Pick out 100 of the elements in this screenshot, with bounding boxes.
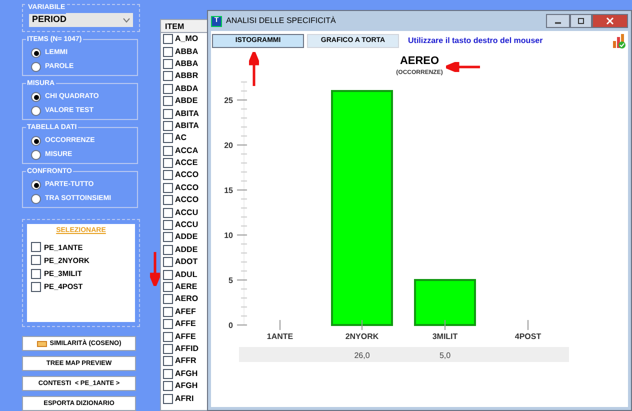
value-label: 26,0 (354, 350, 370, 360)
list-item[interactable]: AFFE (175, 320, 196, 328)
list-item[interactable]: AERO (175, 295, 198, 304)
list-item[interactable]: ACCU (175, 221, 198, 230)
checkbox[interactable] (163, 71, 173, 82)
radio-button[interactable] (31, 150, 41, 160)
list-item[interactable]: A_MO (175, 35, 198, 44)
checkbox[interactable] (163, 195, 173, 206)
radio-button[interactable] (31, 136, 41, 146)
checkbox[interactable] (31, 255, 41, 266)
checkbox[interactable] (163, 394, 173, 404)
list-item[interactable]: ACCO (175, 171, 199, 180)
maximize-button[interactable] (570, 14, 592, 28)
hint-text: Utilizzare il tasto destro del mouser (408, 35, 543, 47)
window-title: ANALISI DELLE SPECIFICITÀ (226, 15, 336, 27)
list-item[interactable]: AFFID (175, 344, 199, 353)
list-item[interactable]: ADDE (175, 233, 198, 242)
checkbox[interactable] (163, 34, 173, 44)
bar (414, 278, 476, 326)
list-item[interactable]: ACCU (175, 208, 198, 217)
checkbox[interactable] (163, 220, 173, 230)
checkbox[interactable] (163, 232, 173, 242)
checkbox[interactable] (163, 120, 173, 131)
chart-title: AEREO (400, 55, 440, 69)
checkbox[interactable] (31, 268, 41, 279)
list-item[interactable]: AFFE (175, 332, 196, 341)
list-item[interactable]: ABBA (175, 60, 198, 68)
checkbox[interactable] (163, 133, 173, 144)
checkbox[interactable] (163, 208, 173, 218)
checkbox[interactable] (163, 332, 173, 342)
checkbox[interactable] (163, 356, 173, 366)
list-item[interactable]: ABITA (175, 110, 199, 118)
checkbox[interactable] (163, 282, 173, 292)
radio-button[interactable] (31, 92, 41, 102)
list-item[interactable]: ABITA (175, 122, 199, 130)
y-tick-label: 0 (228, 320, 233, 330)
list-item[interactable]: ACCO (175, 196, 199, 204)
x-tick-label: 4POST (514, 332, 542, 341)
checkbox[interactable] (163, 344, 173, 354)
list-header[interactable]: ITEM (161, 20, 207, 33)
maximize-icon (577, 17, 585, 25)
label-icon (36, 340, 47, 346)
checkbox[interactable] (31, 242, 41, 252)
checkbox[interactable] (163, 96, 173, 106)
list-item[interactable]: ABBA (175, 48, 198, 56)
radio-button[interactable] (31, 194, 41, 204)
list-item[interactable]: ACCE (175, 159, 198, 168)
y-tick-label: 10 (224, 230, 233, 240)
list-item[interactable]: AFGH (175, 370, 198, 378)
checkbox[interactable] (163, 108, 173, 119)
y-tick-label: 25 (224, 96, 233, 105)
x-tick-label: 1ANTE (266, 332, 294, 341)
checkbox[interactable] (31, 282, 41, 292)
checkbox[interactable] (163, 257, 173, 268)
y-tick-label: 5 (228, 276, 233, 285)
list-item[interactable]: ACCO (175, 184, 199, 192)
y-tick-label: 20 (224, 140, 233, 150)
list-item[interactable]: ACCA (175, 146, 198, 155)
list-item[interactable]: AERE (175, 283, 198, 291)
checkbox[interactable] (163, 46, 173, 57)
dropdown[interactable]: PERIOD (29, 13, 133, 27)
list-item[interactable]: ABDA (175, 84, 198, 93)
list-item[interactable]: AFGH (175, 382, 198, 390)
radio-button[interactable] (31, 106, 41, 116)
list-item[interactable]: AC (175, 134, 187, 142)
x-tick-label: 3MILIT (432, 332, 458, 341)
radio-button[interactable] (31, 180, 41, 190)
radio-button[interactable] (31, 48, 41, 58)
list-item[interactable]: ADDE (175, 246, 198, 254)
checkbox[interactable] (163, 368, 173, 379)
checkbox[interactable] (163, 244, 173, 255)
list-item[interactable]: AFFR (175, 357, 196, 366)
bar-chart-icon[interactable] (612, 33, 626, 49)
x-tick-label: 2NYORK (345, 332, 379, 341)
checkbox[interactable] (163, 319, 173, 330)
list-item[interactable]: ABBR (175, 72, 198, 80)
checkbox[interactable] (163, 381, 173, 392)
radio-button[interactable] (31, 62, 41, 72)
checkbox[interactable] (163, 182, 173, 193)
close-button[interactable] (592, 14, 628, 28)
list-item[interactable]: ABDE (175, 97, 198, 106)
checkbox[interactable] (163, 158, 173, 168)
y-tick-label: 15 (224, 186, 233, 195)
list-item[interactable]: AFRI (175, 394, 194, 403)
list-item[interactable]: ADOT (175, 258, 198, 266)
checkbox[interactable] (163, 84, 173, 94)
checkbox[interactable] (163, 58, 173, 69)
value-label: 5,0 (439, 350, 451, 360)
checkbox[interactable] (163, 294, 173, 304)
list-item[interactable]: AFEF (175, 308, 196, 316)
close-icon (606, 17, 614, 25)
annotation-arrow-icon (150, 252, 160, 286)
checkbox[interactable] (163, 146, 173, 156)
checkbox[interactable] (163, 306, 173, 317)
checkbox[interactable] (163, 270, 173, 280)
checkbox[interactable] (163, 170, 173, 180)
list-item[interactable]: ADUL (175, 270, 198, 279)
chevron-down-icon (123, 18, 130, 22)
annotation-arrow-icon (249, 52, 259, 86)
annotation-arrow-icon (446, 62, 480, 72)
